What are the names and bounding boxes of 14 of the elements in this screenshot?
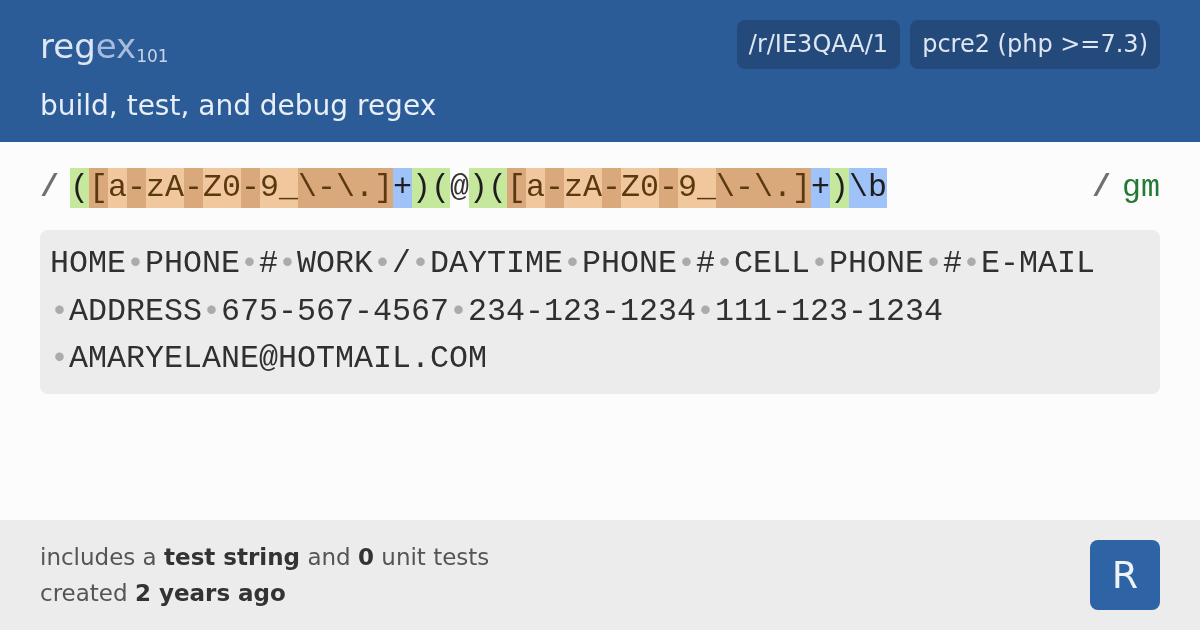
header-badge: pcre2 (php >=7.3): [910, 20, 1160, 69]
summary-text: includes a test string and 0 unit tests: [40, 543, 490, 572]
regex-delimiter: /: [1092, 169, 1111, 208]
site-logo: regex$_{101}$: [40, 25, 169, 68]
header-badge: /r/IE3QAA/1: [736, 20, 901, 69]
regex-pattern: ([a-zA-Z0-9_\-\.]+)(@)([a-zA-Z0-9_\-\.]+)\b: [70, 168, 887, 208]
test-string-line: •AMARYELANE@HOTMAIL.COM: [50, 340, 487, 379]
tagline: build, test, and debug regex: [40, 88, 437, 124]
regex-flags: gm: [1122, 169, 1160, 208]
regex-delimiter: /: [40, 169, 59, 208]
created-text: created 2 years ago: [40, 579, 286, 608]
user-avatar: R: [1090, 540, 1160, 610]
test-string-line: •ADDRESS•675-567-4567•234-123-1234•111-123-1234: [50, 292, 943, 332]
test-string-line: HOME•PHONE•#•WORK•/•DAYTIME•PHONE•#•CELL•PHONE•#•E-MAIL: [50, 245, 1095, 284]
